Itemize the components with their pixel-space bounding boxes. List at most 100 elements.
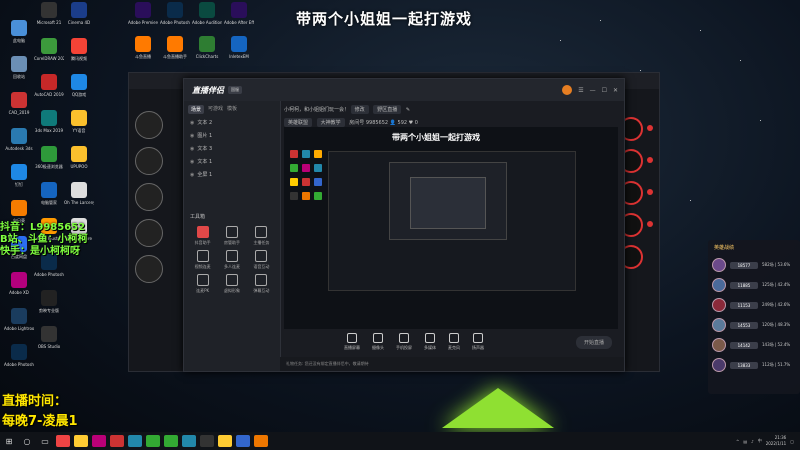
close-icon[interactable]: ✕	[613, 87, 618, 94]
sidebar-tab[interactable]: 可游戏	[208, 105, 223, 114]
app-taskbar-icon[interactable]	[164, 435, 178, 447]
input-method-icon[interactable]: 中	[758, 438, 762, 444]
desktop-shortcut[interactable]: Microsoft 21	[34, 2, 64, 36]
start-menu-icon[interactable]: ⊞	[0, 432, 18, 450]
desktop-shortcut[interactable]: Cinema 4D	[64, 2, 94, 36]
tool-button[interactable]: 弹幕互动	[247, 274, 276, 294]
volume-icon[interactable]: ♪	[751, 439, 754, 444]
scene-item[interactable]: ◉ 图片 1	[184, 129, 280, 142]
start-live-button[interactable]: 开始直播	[575, 335, 612, 349]
tool-button[interactable]: 虚拟形象	[217, 274, 246, 294]
tray-arrow-icon[interactable]: ^	[736, 439, 739, 444]
desktop-shortcut[interactable]: Autodesk 3ds	[4, 128, 34, 162]
desktop-shortcut[interactable]: Adobe After Effects CC	[224, 2, 254, 36]
desktop-shortcut[interactable]: 钉钉	[4, 164, 34, 198]
tool-button[interactable]: 视频连麦	[188, 250, 217, 270]
source-control-button[interactable]: 直播屏幕	[344, 333, 360, 351]
shortcut-label: CAD_2019	[8, 110, 30, 115]
visibility-icon[interactable]: ◉	[190, 146, 194, 152]
network-icon[interactable]: ▤	[743, 439, 747, 444]
tool-button[interactable]: 连麦PK	[188, 274, 217, 294]
edit-title-button[interactable]: 修改	[350, 105, 369, 114]
chrome-icon[interactable]	[56, 435, 70, 447]
source-control-button[interactable]: 手机投屏	[396, 333, 412, 351]
user-avatar[interactable]	[562, 85, 573, 95]
desktop-shortcut[interactable]: 剪映专业版	[34, 290, 64, 324]
desktop-shortcut[interactable]: QQ游戏	[64, 74, 94, 108]
desktop-shortcut[interactable]: UPUPOO	[64, 146, 94, 180]
desktop-shortcut[interactable]: AutoCAD 2019	[34, 74, 64, 108]
edit-icon[interactable]: ✎	[406, 107, 410, 113]
desktop-shortcut[interactable]: 360极速浏览器	[34, 146, 64, 180]
desktop-shortcut[interactable]: YY语音	[64, 110, 94, 144]
app-taskbar-icon[interactable]	[128, 435, 142, 447]
source-control-button[interactable]: 麦克风	[448, 333, 460, 351]
source-control-button[interactable]: 摄像头	[372, 333, 384, 351]
slot-avatar[interactable]	[135, 147, 163, 175]
app-taskbar-icon[interactable]	[110, 435, 124, 447]
desktop-shortcut[interactable]: 腾讯视频	[64, 38, 94, 72]
visibility-icon[interactable]: ◉	[190, 172, 194, 178]
desktop-shortcut[interactable]: InletexEM	[224, 36, 254, 70]
desktop-shortcut[interactable]: Adobe Premiere	[128, 2, 158, 36]
desktop-shortcut[interactable]: CAD_2019	[4, 92, 34, 126]
desktop-shortcut[interactable]: 回收站	[4, 56, 34, 90]
desktop-shortcut[interactable]: 电脑管家	[34, 182, 64, 216]
scene-item[interactable]: ◉ 文本 3	[184, 142, 280, 155]
douyin-companion-taskbar-icon[interactable]	[254, 435, 268, 447]
desktop-shortcut[interactable]: Adobe Photoshop	[34, 254, 64, 288]
tool-button[interactable]: 抖音助手	[188, 226, 217, 246]
desktop-shortcut[interactable]: Adobe XD	[4, 272, 34, 306]
app-taskbar-icon[interactable]	[200, 435, 214, 447]
stream-preview[interactable]: 带两个小姐姐一起打游戏	[284, 127, 618, 329]
app-version-tag[interactable]: 国服	[228, 86, 242, 94]
slot-avatar[interactable]	[135, 183, 163, 211]
desktop-shortcut[interactable]: Adobe Lightroom	[4, 308, 34, 342]
file-explorer-icon[interactable]	[74, 435, 88, 447]
clock[interactable]: 21:36 2022/1/11	[766, 435, 787, 447]
adobe-xd-taskbar-icon[interactable]	[92, 435, 106, 447]
app-taskbar-icon[interactable]	[236, 435, 250, 447]
desktop-shortcut[interactable]: 此电脑	[4, 20, 34, 54]
task-view-icon[interactable]: ▭	[36, 432, 54, 450]
category-tag[interactable]: 大神教学	[316, 118, 345, 127]
wechat-icon[interactable]	[146, 435, 160, 447]
tool-button[interactable]: 房管助手	[217, 226, 246, 246]
desktop-shortcut[interactable]: Adobe Photoshop	[160, 2, 190, 36]
tool-button[interactable]: 主播任务	[247, 226, 276, 246]
desktop-shortcut[interactable]: 斗鱼直播助手	[160, 36, 190, 70]
desktop-shortcut[interactable]: Adobe Audition	[192, 2, 222, 36]
maximize-icon[interactable]: ☐	[602, 87, 607, 94]
scene-item[interactable]: ◉ 文本 2	[184, 116, 280, 129]
tool-button[interactable]: 多人连麦	[217, 250, 246, 270]
desktop-shortcut[interactable]: 3ds Max 2019	[34, 110, 64, 144]
desktop-shortcut[interactable]: Adobe Photoshop	[4, 344, 34, 378]
desktop-shortcut[interactable]: CorelDRAW 2020	[34, 38, 64, 72]
tool-button[interactable]: 语音互动	[247, 250, 276, 270]
sidebar-tab[interactable]: 模板	[227, 105, 237, 114]
notification-icon[interactable]: ▢	[790, 439, 794, 444]
3dsmax-icon	[41, 110, 57, 126]
search-icon[interactable]: ○	[18, 432, 36, 450]
minimize-icon[interactable]: —	[590, 87, 596, 94]
desktop-shortcut[interactable]: ClickCharts	[192, 36, 222, 70]
scene-item[interactable]: ◉ 文本 1	[184, 155, 280, 168]
category-tag[interactable]: 英雄联盟	[284, 118, 313, 127]
slot-avatar[interactable]	[135, 111, 163, 139]
app-taskbar-icon[interactable]	[182, 435, 196, 447]
source-control-button[interactable]: 多媒体	[424, 333, 436, 351]
desktop-shortcut[interactable]: Oh The Larceny	[64, 182, 94, 216]
visibility-icon[interactable]: ◉	[190, 133, 194, 139]
sidebar-tab[interactable]: 场景	[188, 105, 205, 114]
desktop-shortcut[interactable]: 斗鱼直播	[128, 36, 158, 70]
visibility-icon[interactable]: ◉	[190, 159, 194, 165]
visibility-icon[interactable]: ◉	[190, 120, 194, 126]
source-control-button[interactable]: 扬声器	[472, 333, 484, 351]
menu-icon[interactable]: ☰	[578, 87, 583, 94]
desktop-shortcut[interactable]: OBS Studio	[34, 326, 64, 360]
slot-avatar[interactable]	[135, 219, 163, 247]
section-selector[interactable]: 野区直播	[373, 105, 402, 114]
app-taskbar-icon[interactable]	[218, 435, 232, 447]
slot-avatar[interactable]	[135, 255, 163, 283]
scene-item[interactable]: ◉ 全屏 1	[184, 168, 280, 181]
